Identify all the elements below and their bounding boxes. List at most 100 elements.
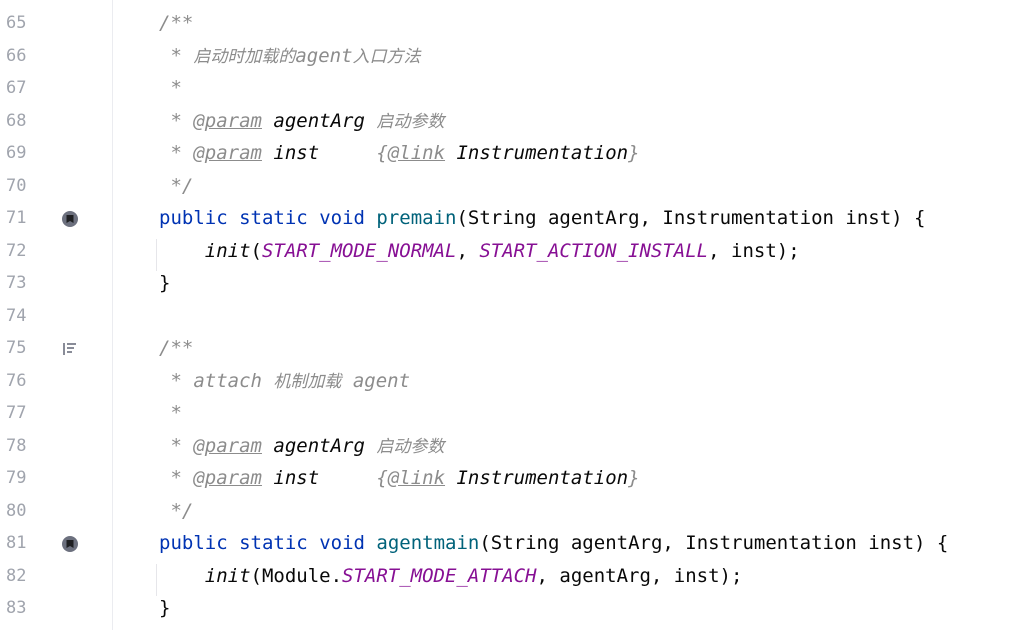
line-number[interactable]: 69 [6,143,28,163]
code-token: static [239,532,308,554]
code-text: init(Module.START_MODE_ATTACH, agentArg,… [159,565,743,587]
line-number[interactable]: 68 [6,111,28,131]
code-line[interactable]: 82 init(Module.START_MODE_ATTACH, agentA… [0,560,1018,592]
code-line[interactable]: 72 init(START_MODE_NORMAL, START_ACTION_… [0,235,1018,267]
code-token: @link [387,142,446,164]
implementation-icon[interactable] [61,210,79,228]
code-token: premain [376,207,457,229]
code-token: } [628,142,640,164]
code-text: * @param agentArg 启动参数 [159,110,444,133]
code-token: 启动时加载的 [193,47,296,67]
code-token: /** [159,12,194,34]
code-token: public [159,532,228,554]
code-line[interactable]: 83} [0,592,1018,624]
code-line[interactable]: 77 * [0,397,1018,429]
line-number[interactable]: 72 [6,241,28,261]
code-token: agentArg [273,110,365,132]
code-line[interactable]: 81 public static void agentmain(String ag… [0,527,1018,559]
code-token: 入口方法 [352,47,421,67]
code-line[interactable]: 80 */ [0,495,1018,527]
code-token: , [456,240,480,262]
code-line[interactable]: 71 public static void premain(String agen… [0,202,1018,234]
code-line[interactable]: 73} [0,267,1018,299]
implementation-icon[interactable] [61,535,79,553]
code-token: (String agentArg, Instrumentation inst) … [456,207,926,229]
code-token: , inst); [708,240,800,262]
line-number[interactable]: 73 [6,273,28,293]
code-token: /** [159,337,194,359]
code-token: void [319,207,365,229]
code-line[interactable]: 74 [0,300,1018,332]
code-text: * attach 机制加载 agent [159,370,410,393]
code-line[interactable]: 76 * attach 机制加载 agent [0,365,1018,397]
code-text: public static void premain(String agentA… [159,207,925,229]
code-token: 机制加载 [273,372,342,392]
line-number[interactable]: 66 [6,46,28,66]
line-number[interactable]: 79 [6,468,28,488]
code-line[interactable]: 67 * [0,72,1018,104]
line-number[interactable]: 77 [6,403,28,423]
code-text: * [159,77,182,99]
code-token: @param [193,435,262,457]
code-token: static [239,207,308,229]
code-token: * [159,142,194,164]
code-token: @param [193,467,262,489]
code-line[interactable]: 70 */ [0,170,1018,202]
line-number[interactable]: 83 [6,598,28,618]
code-token: (String agentArg, Instrumentation inst) … [479,532,949,554]
code-token: init [204,240,251,262]
line-number[interactable]: 74 [6,306,28,326]
code-text: init(START_MODE_NORMAL, START_ACTION_INS… [159,240,800,262]
code-token: * attach [159,370,274,392]
line-number[interactable]: 71 [6,208,28,228]
code-line[interactable]: 78 * @param agentArg 启动参数 [0,430,1018,462]
code-token: agentArg [273,435,365,457]
code-text: /** [159,337,193,359]
code-text: * [159,402,181,424]
code-text: /** [159,12,193,34]
code-token: START_MODE_ATTACH [342,565,537,587]
code-text: */ [159,175,193,197]
code-token: inst [273,142,320,164]
code-token: } [159,272,171,294]
line-number[interactable]: 65 [6,13,28,33]
line-number[interactable]: 78 [6,436,28,456]
line-number[interactable]: 75 [6,338,28,358]
code-editor[interactable]: 65/** 66 * 启动时加载的agent入口方法 67 * 68 * @param… [0,0,1018,630]
code-token: * [159,467,194,489]
code-text: } [159,272,170,294]
line-number[interactable]: 82 [6,566,28,586]
code-token: @link [387,467,446,489]
code-token: public [159,207,228,229]
code-token: } [628,467,640,489]
code-text: * @param inst {@link Instrumentation} [159,142,640,164]
rendered-doc-icon[interactable] [61,340,79,358]
line-number[interactable]: 67 [6,78,28,98]
code-line[interactable]: 66 * 启动时加载的agent入口方法 [0,40,1018,72]
line-number[interactable]: 80 [6,501,28,521]
code-line[interactable]: 68 * @param agentArg 启动参数 [0,105,1018,137]
code-token: init [204,565,251,587]
line-number[interactable]: 81 [6,533,28,553]
code-token: agent [341,370,411,392]
code-text: * 启动时加载的agent入口方法 [159,45,421,68]
line-number[interactable]: 70 [6,176,28,196]
code-token: Instrumentation [456,467,629,489]
code-text: public static void agentmain(String agen… [159,532,948,554]
code-token: agent [295,45,353,67]
code-token: * [159,77,182,99]
code-line[interactable]: 65 /** [0,7,1018,39]
code-line[interactable]: 75 /** [0,332,1018,364]
code-line[interactable]: 79 * @param inst {@link Instrumentation} [0,462,1018,494]
code-text: */ [159,500,193,522]
line-number[interactable]: 76 [6,371,28,391]
code-line[interactable]: 69 * @param inst {@link Instrumentation} [0,137,1018,169]
